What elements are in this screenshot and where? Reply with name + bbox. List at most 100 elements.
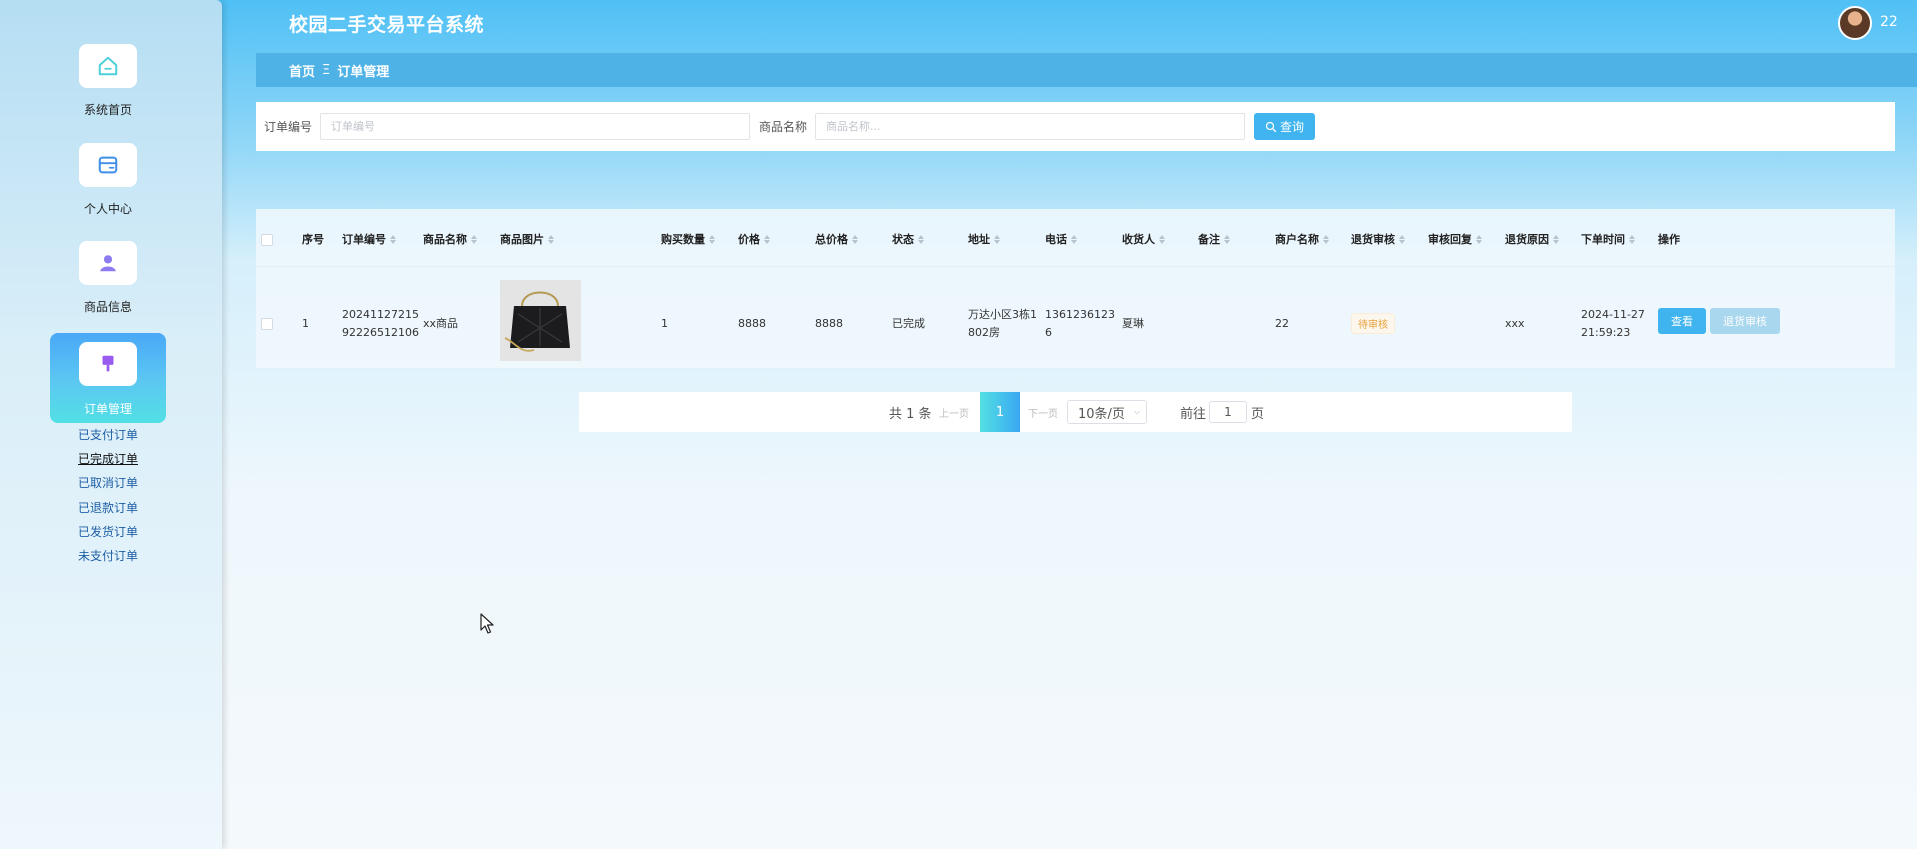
goods-name-input[interactable] [815,113,1246,140]
row-checkbox[interactable] [261,318,273,330]
submenu-completed-orders[interactable]: 已完成订单 [78,451,138,475]
goods-image[interactable] [500,280,581,361]
home-icon [79,44,137,88]
col-address[interactable]: 地址 [968,231,1000,247]
submenu-cancelled-orders[interactable]: 已取消订单 [78,475,138,499]
sort-icon[interactable] [1159,234,1165,244]
breadcrumb: 首页 Ξ 订单管理 [256,53,1917,87]
sidebar-item-goods[interactable]: 商品信息 [50,237,166,327]
sort-icon[interactable] [1553,234,1559,244]
submenu-unpaid-orders[interactable]: 未支付订单 [78,548,138,572]
col-price[interactable]: 价格 [738,231,770,247]
sort-icon[interactable] [764,234,770,244]
refund-audit-button[interactable]: 退货审核 [1710,308,1780,334]
page-number-current[interactable]: 1 [980,392,1020,432]
sort-icon[interactable] [1224,234,1230,244]
cell-address: 万达小区3栋1 802房 [968,308,1037,339]
select-all-checkbox[interactable] [261,234,273,246]
sidebar-item-personal[interactable]: 个人中心 [50,139,166,229]
search-icon [1265,121,1277,132]
col-goods-image[interactable]: 商品图片 [500,231,554,247]
col-merchant[interactable]: 商户名称 [1275,231,1329,247]
sort-icon[interactable] [471,234,477,244]
sidebar-item-home[interactable]: 系统首页 [50,40,166,130]
sort-icon[interactable] [709,234,715,244]
sidebar: 系统首页 个人中心 商品信息 订单管理 已支付订单 已完成订单 已取消订单 已退… [0,0,222,849]
prev-page-button[interactable]: 上一页 [939,405,969,420]
status-badge: 待审核 [1351,313,1395,334]
breadcrumb-current: 订单管理 [337,64,390,80]
search-bar: 订单编号 商品名称 查询 [256,102,1895,151]
sidebar-item-label: 系统首页 [83,103,132,117]
col-order-no[interactable]: 订单编号 [342,231,396,247]
sidebar-item-label: 个人中心 [83,202,132,216]
header-divider [256,266,1895,267]
cell-order-time: 2024-11-27 21:59:23 [1581,308,1645,339]
page-size-select[interactable]: 10条/页 ⌵ [1067,400,1147,424]
mouse-cursor-icon [480,613,494,634]
sort-icon[interactable] [1071,234,1077,244]
page-unit-label: 页 [1251,406,1265,422]
orders-table: 序号 订单编号 商品名称 商品图片 购买数量 价格 总价格 状态 地址 电话 收… [256,209,1895,368]
chevron-down-icon: ⌵ [1133,407,1140,416]
col-actions: 操作 [1658,233,1680,246]
col-quantity[interactable]: 购买数量 [661,231,715,247]
user-icon [79,241,137,285]
col-receiver[interactable]: 收货人 [1122,231,1165,247]
order-no-label: 订单编号 [264,120,313,134]
col-total[interactable]: 总价格 [815,231,858,247]
col-status[interactable]: 状态 [892,231,924,247]
col-goods-name[interactable]: 商品名称 [423,231,477,247]
sort-icon[interactable] [918,234,924,244]
order-no-input[interactable] [320,113,751,140]
col-remark[interactable]: 备注 [1198,231,1230,247]
breadcrumb-separator: Ξ [322,62,331,78]
cell-phone: 1361236123 6 [1045,308,1115,339]
sort-icon[interactable] [994,234,1000,244]
cell-price: 8888 [738,317,766,330]
cell-index: 1 [302,317,309,330]
sort-icon[interactable] [390,234,396,244]
goto-label: 前往 [1180,406,1207,422]
view-button[interactable]: 查看 [1658,308,1706,334]
pagination-total: 共 1 条 [889,406,932,422]
goto-page-input[interactable]: 1 [1209,401,1247,423]
submenu-refunded-orders[interactable]: 已退款订单 [78,500,138,524]
query-button-label: 查询 [1280,120,1305,134]
sort-icon[interactable] [852,234,858,244]
sort-icon[interactable] [1476,234,1482,244]
breadcrumb-home[interactable]: 首页 [289,61,315,80]
submenu-paid-orders[interactable]: 已支付订单 [78,427,138,451]
col-audit-reply[interactable]: 审核回复 [1428,231,1482,247]
pagination: 共 1 条 上一页 1 下一页 10条/页 ⌵ 前往 1 页 [579,392,1572,432]
col-return-reason[interactable]: 退货原因 [1505,231,1559,247]
sort-icon[interactable] [1323,234,1329,244]
col-order-time[interactable]: 下单时间 [1581,231,1635,247]
submenu-shipped-orders[interactable]: 已发货订单 [78,524,138,548]
cell-return-reason: xxx [1505,317,1525,330]
pin-icon [79,342,137,386]
cell-order-no: 20241127215 92226512106 [342,308,419,339]
cell-status: 已完成 [892,317,925,330]
cell-merchant: 22 [1275,317,1289,330]
cell-quantity: 1 [661,317,668,330]
wallet-icon [79,143,137,187]
col-phone[interactable]: 电话 [1045,231,1077,247]
app-title: 校园二手交易平台系统 [289,14,485,36]
cell-total: 8888 [815,317,843,330]
sidebar-item-label: 订单管理 [83,402,132,416]
username[interactable]: 22 [1880,14,1898,30]
sort-icon[interactable] [1399,234,1405,244]
next-page-button[interactable]: 下一页 [1028,405,1058,420]
cell-goods-name: xx商品 [423,317,459,330]
query-button[interactable]: 查询 [1254,113,1316,140]
goods-name-label: 商品名称 [759,120,808,134]
cell-receiver: 夏琳 [1122,317,1144,330]
sort-icon[interactable] [548,234,554,244]
sort-icon[interactable] [1629,234,1635,244]
avatar[interactable] [1838,6,1872,40]
sidebar-item-orders[interactable]: 订单管理 [50,333,166,423]
col-return-audit[interactable]: 退货审核 [1351,231,1405,247]
col-index: 序号 [302,233,324,246]
orders-submenu: 已支付订单 已完成订单 已取消订单 已退款订单 已发货订单 未支付订单 [78,427,138,572]
